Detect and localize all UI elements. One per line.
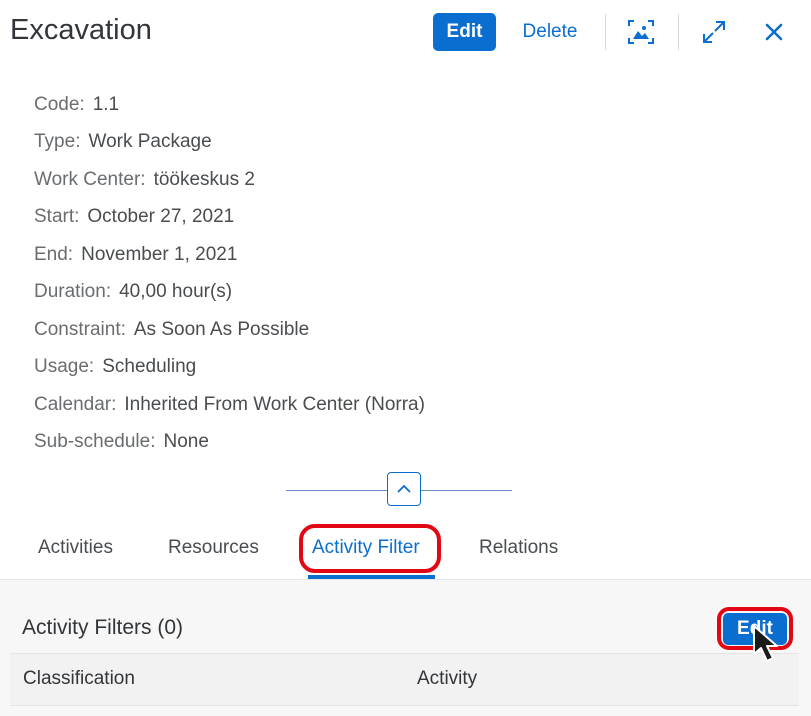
detail-row-code: Code: 1.1 xyxy=(34,94,119,116)
detail-label: Start: xyxy=(34,206,80,227)
detail-row-usage: Usage: Scheduling xyxy=(34,356,196,378)
collapse-header-button[interactable] xyxy=(387,472,421,506)
toolbar-separator xyxy=(605,14,606,50)
table-header: Classification Activity xyxy=(10,653,799,706)
tab-activities[interactable]: Activities xyxy=(38,537,113,559)
tab-active-indicator xyxy=(308,575,435,579)
detail-label: Sub-schedule: xyxy=(34,431,156,452)
delete-button[interactable]: Delete xyxy=(510,13,590,51)
detail-value: Work Package xyxy=(88,131,212,152)
detail-label: Calendar: xyxy=(34,394,117,415)
header-collapse-area xyxy=(0,470,811,514)
detail-value: Scheduling xyxy=(102,356,197,377)
detail-row-sub-schedule: Sub-schedule: None xyxy=(34,431,209,453)
detail-label: Work Center: xyxy=(34,169,146,190)
detail-row-calendar: Calendar: Inherited From Work Center (Nor… xyxy=(34,394,425,416)
chevron-up-icon xyxy=(397,484,411,493)
detail-label: Type: xyxy=(34,131,81,152)
fullscreen-icon xyxy=(703,21,725,43)
detail-label: Duration: xyxy=(34,281,112,302)
page-title: Excavation xyxy=(10,14,152,46)
detail-row-end: End: November 1, 2021 xyxy=(34,244,237,266)
panel-title: Activity Filters (0) xyxy=(22,616,184,639)
fullscreen-button[interactable] xyxy=(692,14,736,50)
close-button[interactable] xyxy=(752,14,796,50)
column-header-activity[interactable]: Activity xyxy=(417,668,477,690)
detail-value: Inherited From Work Center (Norra) xyxy=(124,394,425,415)
detail-value: 1.1 xyxy=(92,94,120,115)
detail-row-start: Start: October 27, 2021 xyxy=(34,206,234,228)
activity-filters-panel: Activity Filters (0) Edit Classification… xyxy=(0,580,811,716)
detail-value: 40,00 hour(s) xyxy=(119,281,233,302)
focus-view-icon xyxy=(628,20,654,44)
focus-view-button[interactable] xyxy=(619,14,663,50)
column-header-classification[interactable]: Classification xyxy=(23,668,135,690)
detail-row-work-center: Work Center: töökeskus 2 xyxy=(34,169,255,191)
detail-label: Code: xyxy=(34,94,85,115)
detail-value: None xyxy=(163,431,209,452)
detail-value: November 1, 2021 xyxy=(81,244,238,265)
tab-relations[interactable]: Relations xyxy=(479,537,558,559)
detail-row-type: Type: Work Package xyxy=(34,131,212,153)
detail-label: End: xyxy=(34,244,74,265)
mouse-cursor-icon xyxy=(753,625,778,662)
detail-label: Constraint: xyxy=(34,319,126,340)
detail-row-duration: Duration: 40,00 hour(s) xyxy=(34,281,232,303)
detail-row-constraint: Constraint: As Soon As Possible xyxy=(34,319,309,341)
detail-label: Usage: xyxy=(34,356,95,377)
annotation-highlight xyxy=(299,524,441,573)
detail-value: As Soon As Possible xyxy=(133,319,310,340)
object-header: Excavation Edit Delete xyxy=(0,0,811,70)
edit-button[interactable]: Edit xyxy=(433,13,496,51)
detail-value: October 27, 2021 xyxy=(87,206,235,227)
detail-value: töökeskus 2 xyxy=(153,169,255,190)
tab-resources[interactable]: Resources xyxy=(168,537,259,559)
toolbar-separator xyxy=(678,14,679,50)
close-icon xyxy=(765,23,783,41)
